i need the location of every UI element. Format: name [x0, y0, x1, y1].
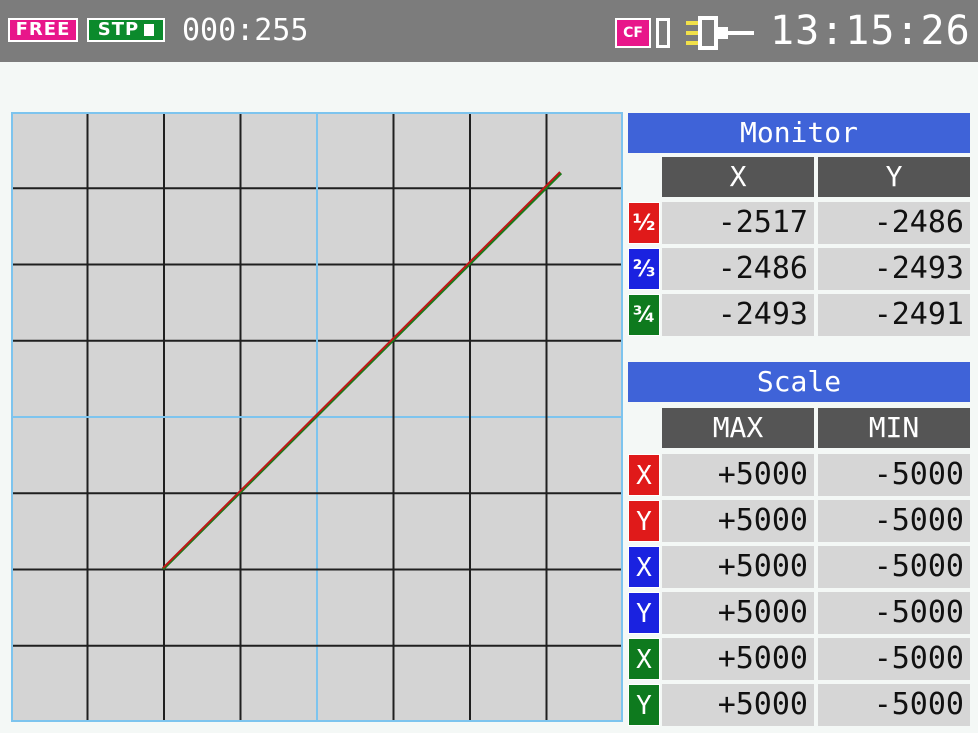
scale-title: Scale — [628, 362, 970, 402]
cf-card-icon: CF — [615, 18, 651, 48]
monitor-col-y: Y — [818, 157, 970, 197]
xy-plot — [11, 112, 623, 722]
scale-row-tag-x-red: X — [628, 454, 660, 496]
monitor-row-tag-3-4: ¾ — [628, 294, 660, 336]
clock: 13:15:26 — [770, 8, 971, 54]
scale-min-y-red: -5000 — [818, 500, 970, 542]
monitor-x-value-1-2: -2517 — [662, 202, 814, 244]
scale-min-y-green: -5000 — [818, 684, 970, 726]
scale-col-max: MAX — [662, 408, 814, 448]
monitor-row-tag-2-3: ⅔ — [628, 248, 660, 290]
scale-max-y-blue: +5000 — [662, 592, 814, 634]
monitor-x-value-3-4: -2493 — [662, 294, 814, 336]
free-mode-badge: FREE — [8, 18, 78, 42]
scale-row-tag-y-green: Y — [628, 684, 660, 726]
monitor-title: Monitor — [628, 113, 970, 153]
scale-row-tag-y-blue: Y — [628, 592, 660, 634]
scale-max-y-green: +5000 — [662, 684, 814, 726]
scale-row-tag-x-green: X — [628, 638, 660, 680]
monitor-y-value-2-3: -2493 — [818, 248, 970, 290]
monitor-x-value-2-3: -2486 — [662, 248, 814, 290]
stop-square-icon — [144, 24, 155, 36]
scale-min-x-red: -5000 — [818, 454, 970, 496]
monitor-row-tag-1-2: ½ — [628, 202, 660, 244]
scale-min-x-green: -5000 — [818, 638, 970, 680]
cf-slot-icon — [656, 18, 670, 48]
ac-power-plug-icon — [686, 16, 754, 50]
scale-min-x-blue: -5000 — [818, 546, 970, 588]
monitor-y-value-3-4: -2491 — [818, 294, 970, 336]
scale-max-y-red: +5000 — [662, 500, 814, 542]
scale-min-y-blue: -5000 — [818, 592, 970, 634]
record-counter: 000:255 — [182, 13, 309, 48]
stop-state-label: STP — [97, 19, 140, 40]
scale-max-x-green: +5000 — [662, 638, 814, 680]
stop-state-badge: STP — [87, 18, 165, 42]
status-bar: FREE STP 000:255 CF 13:15:26 — [0, 0, 978, 62]
scale-max-x-blue: +5000 — [662, 546, 814, 588]
scale-row-tag-x-blue: X — [628, 546, 660, 588]
scale-col-min: MIN — [818, 408, 970, 448]
scale-row-tag-y-red: Y — [628, 500, 660, 542]
monitor-col-x: X — [662, 157, 814, 197]
monitor-y-value-1-2: -2486 — [818, 202, 970, 244]
scale-max-x-red: +5000 — [662, 454, 814, 496]
